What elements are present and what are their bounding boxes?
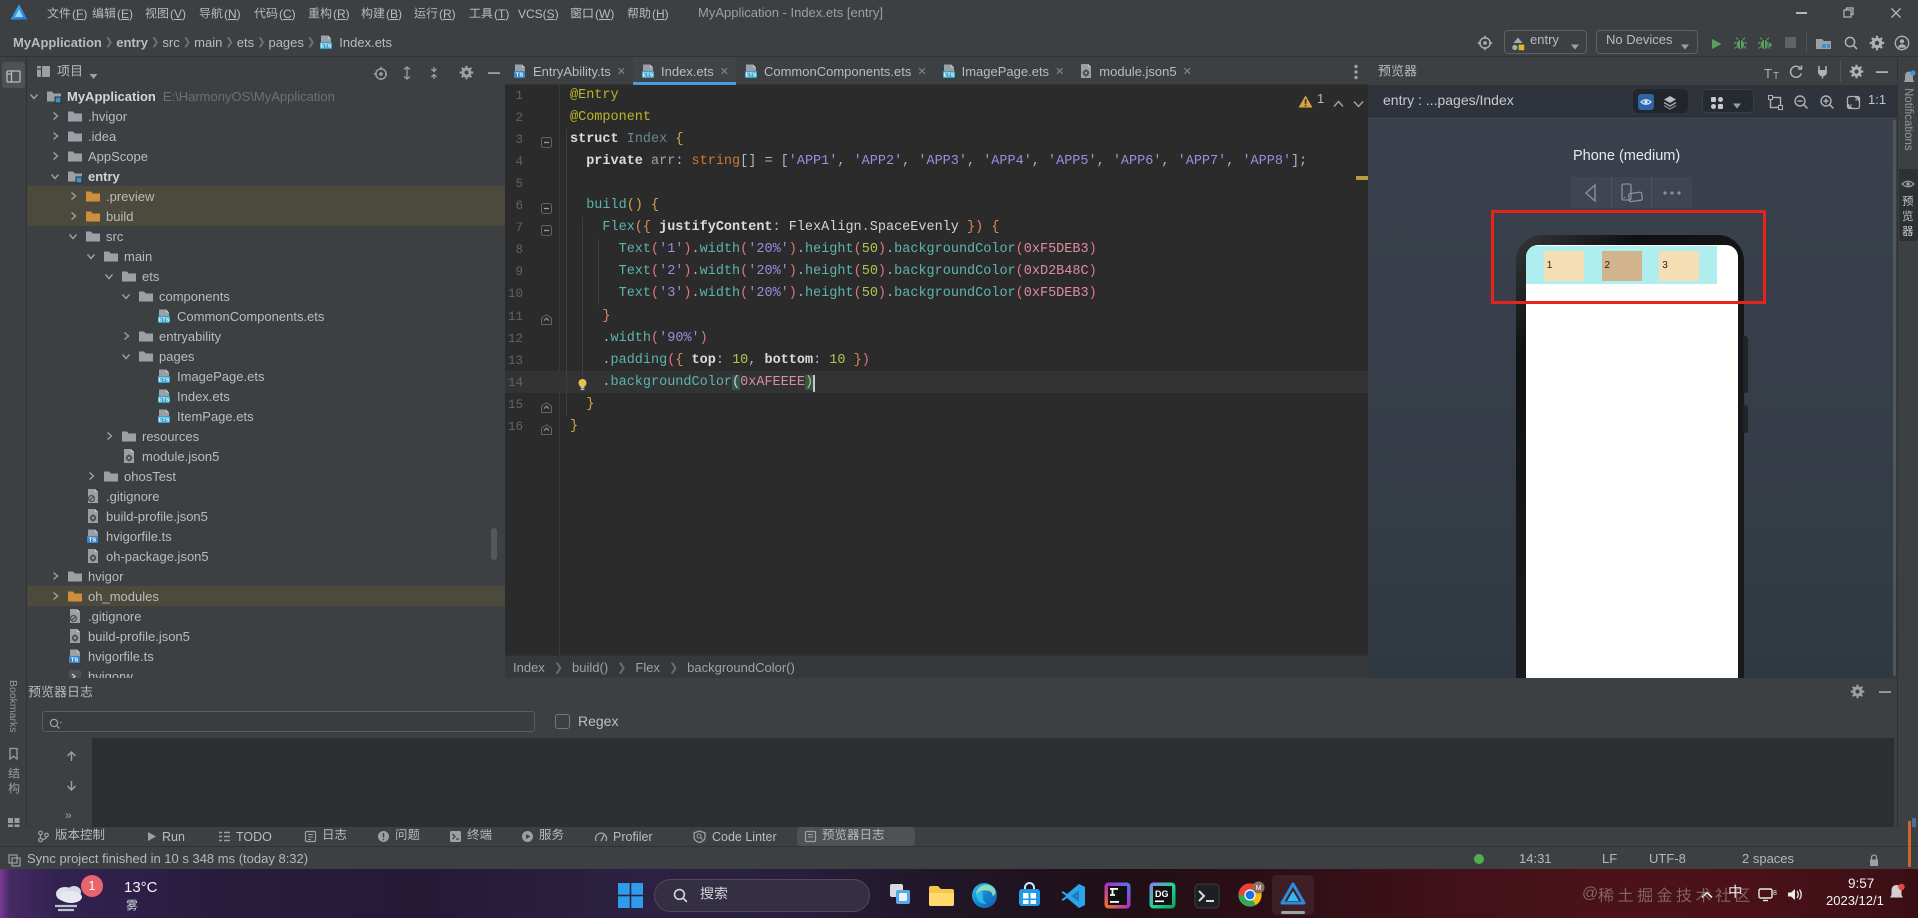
svg-text:8: 8 [1773, 890, 1777, 897]
svg-text:TS: TS [71, 658, 79, 664]
svg-text:DG: DG [1155, 889, 1169, 899]
svg-text:ETS: ETS [746, 73, 757, 79]
svg-text:TS: TS [89, 538, 97, 544]
svg-text:ETS: ETS [159, 318, 170, 324]
svg-text:M: M [1256, 885, 1262, 892]
svg-text:T: T [1764, 66, 1772, 80]
svg-text:ETS: ETS [159, 398, 170, 404]
svg-text:T: T [1773, 71, 1779, 80]
svg-text:ETS: ETS [321, 44, 332, 50]
svg-text:ETS: ETS [159, 418, 170, 424]
svg-text:TS: TS [516, 73, 524, 79]
svg-text:ETS: ETS [643, 73, 654, 79]
svg-text:ETS: ETS [943, 73, 954, 79]
svg-text:ETS: ETS [159, 378, 170, 384]
